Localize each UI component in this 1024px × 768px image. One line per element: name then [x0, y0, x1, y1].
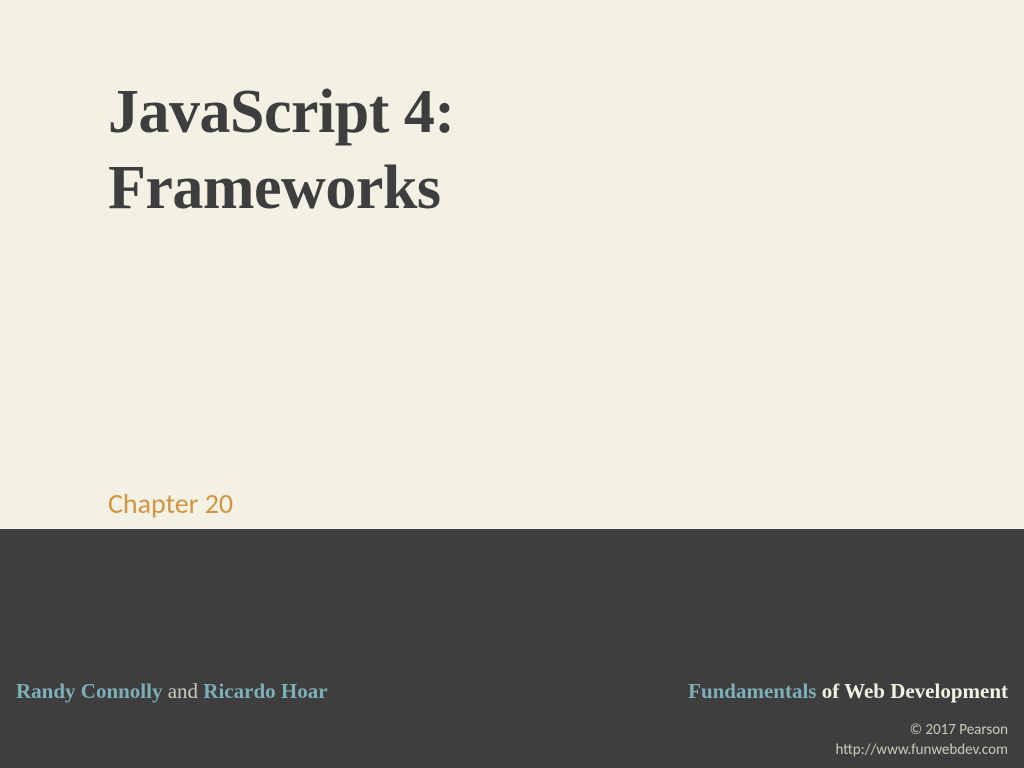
- author-connector: and: [162, 679, 203, 703]
- copyright-line-2: http://www.funwebdev.com: [836, 740, 1008, 760]
- slide-title: JavaScript 4: Frameworks: [108, 75, 1024, 226]
- copyright-line-1: © 2017 Pearson: [836, 720, 1008, 740]
- author-second: Ricardo Hoar: [203, 679, 327, 703]
- book-title-rest: of Web Development: [816, 679, 1008, 703]
- chapter-label: Chapter 20: [108, 486, 233, 521]
- book-title-first-word: Fundamentals: [688, 679, 816, 703]
- book-title: Fundamentals of Web Development: [688, 679, 1008, 704]
- author-first: Randy Connolly: [16, 679, 162, 703]
- slide-upper-section: JavaScript 4: Frameworks Chapter 20: [0, 0, 1024, 529]
- title-line-2: Frameworks: [108, 154, 440, 222]
- title-line-1: JavaScript 4:: [108, 78, 455, 146]
- copyright-block: © 2017 Pearson http://www.funwebdev.com: [836, 720, 1008, 761]
- authors-line: Randy Connolly and Ricardo Hoar: [16, 679, 328, 704]
- slide-lower-section: Randy Connolly and Ricardo Hoar Fundamen…: [0, 529, 1024, 768]
